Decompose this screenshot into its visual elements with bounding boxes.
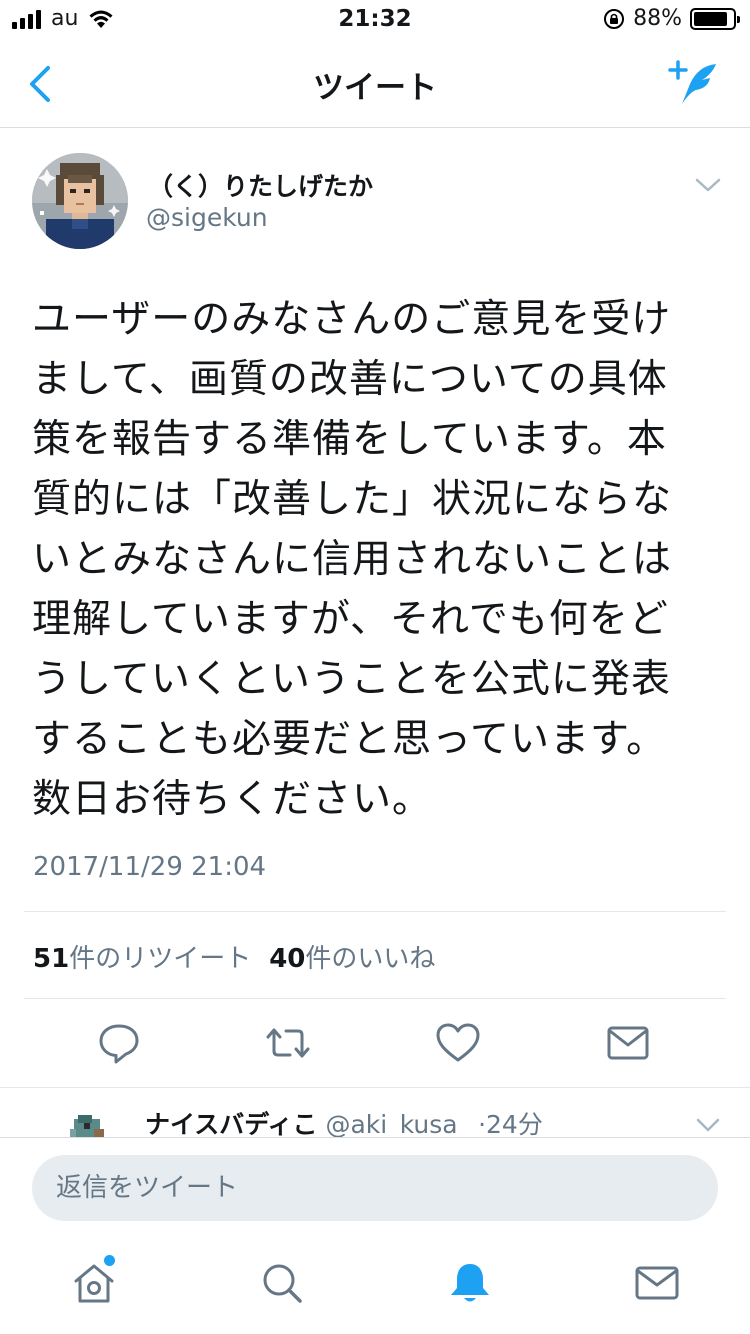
retweet-count-link[interactable]: 51件のリツイート — [33, 938, 251, 975]
reply-composer: 返信をツイート — [0, 1137, 750, 1237]
direct-message-envelope-icon[interactable] — [604, 1018, 652, 1068]
tweet-header: （く）りたしげたか @sigekun — [32, 153, 722, 253]
reply-tweet-preview[interactable]: ナイスバディこ @aki_kusa_ ·24分 — [0, 1105, 750, 1137]
orientation-lock-icon — [604, 8, 625, 29]
retweet-count: 51 — [33, 944, 70, 974]
home-notification-dot — [104, 1255, 115, 1266]
status-right: 88% — [603, 6, 740, 31]
tab-bar — [0, 1237, 750, 1334]
avatar-image — [32, 153, 128, 249]
reply-author-avatar[interactable] — [66, 1107, 110, 1137]
divider — [24, 998, 726, 999]
reply-avatar-image — [66, 1107, 110, 1137]
tweet-timestamp: 2017/11/29 21:04 — [33, 852, 267, 882]
reply-icon[interactable] — [95, 1018, 143, 1068]
battery-level — [694, 11, 728, 26]
retweet-icon[interactable] — [264, 1018, 312, 1068]
navigation-bar: ツイート — [0, 40, 750, 128]
tweet-actions — [0, 1018, 750, 1070]
status-bar: au 21:32 88% — [0, 0, 750, 40]
chevron-down-icon[interactable] — [696, 1117, 720, 1133]
notifications-bell-icon[interactable] — [446, 1259, 494, 1307]
divider — [24, 911, 726, 912]
like-heart-icon[interactable] — [434, 1018, 482, 1068]
battery-icon — [690, 7, 740, 30]
retweet-count-label: 件のリツイート — [69, 944, 252, 974]
page-title: ツイート — [313, 70, 437, 106]
like-count-label: 件のいいね — [305, 944, 436, 974]
back-chevron-icon[interactable] — [24, 64, 60, 104]
home-icon[interactable] — [70, 1259, 118, 1307]
messages-envelope-icon[interactable] — [633, 1259, 681, 1307]
tweet-stats: 51件のリツイート 40件のいいね — [33, 938, 435, 975]
reply-age: 24分 — [486, 1110, 543, 1137]
reply-author-name[interactable]: ナイスバディこ — [145, 1110, 318, 1137]
search-icon[interactable] — [258, 1259, 306, 1307]
reply-author-handle[interactable]: @aki_kusa_ — [325, 1110, 470, 1137]
compose-tweet-icon[interactable] — [668, 58, 720, 108]
battery-percent: 88% — [633, 6, 682, 31]
like-count: 40 — [269, 944, 306, 974]
author-handle[interactable]: @sigekun — [146, 203, 268, 232]
reply-input[interactable]: 返信をツイート — [32, 1155, 718, 1221]
tweet-text: ユーザーのみなさんのご意見を受け まして、画質の改善についての具体 策を報告する… — [32, 297, 673, 822]
chevron-down-icon[interactable] — [694, 175, 722, 195]
reply-separator: · — [478, 1110, 487, 1137]
like-count-link[interactable]: 40件のいいね — [269, 938, 435, 975]
author-avatar[interactable] — [32, 153, 128, 249]
author-name[interactable]: （く）りたしげたか — [148, 167, 373, 203]
divider — [0, 1087, 750, 1088]
reply-header-line: ナイスバディこ @aki_kusa_ ·24分 — [145, 1105, 543, 1137]
